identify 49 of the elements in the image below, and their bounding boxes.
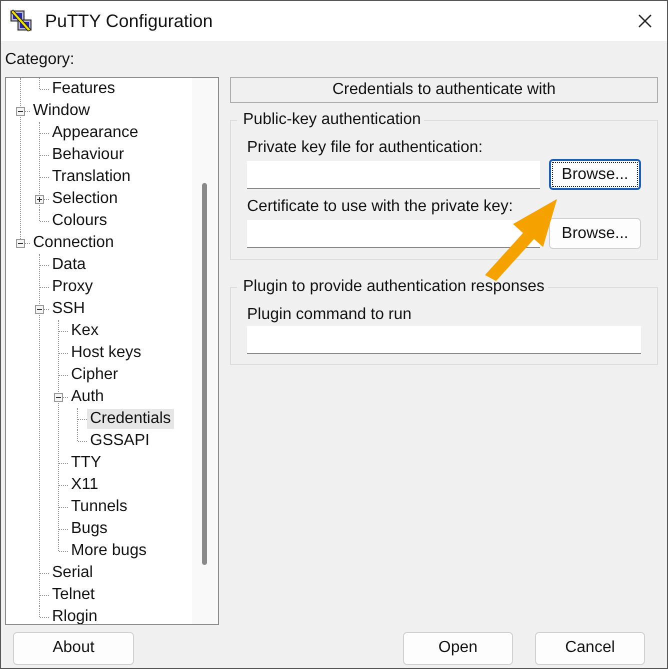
input-field[interactable] — [247, 160, 540, 188]
tree-item[interactable]: Kex — [68, 321, 102, 341]
browse-button[interactable]: Browse... — [549, 218, 641, 249]
collapse-icon[interactable] — [16, 239, 25, 248]
tree-item[interactable]: Telnet — [49, 585, 98, 605]
tree-item[interactable]: SSH — [49, 299, 88, 319]
about-button[interactable]: About — [13, 632, 134, 664]
field-label: Plugin command to run — [247, 306, 412, 324]
tree-item[interactable]: Credentials — [87, 409, 174, 429]
window-title: PuTTY Configuration — [45, 10, 214, 32]
tree-item[interactable]: Cipher — [68, 365, 122, 385]
tree-item[interactable]: Tunnels — [68, 497, 130, 517]
tree-item[interactable]: Host keys — [68, 343, 144, 363]
tree-item[interactable]: Behaviour — [49, 145, 128, 165]
browse-button[interactable]: Browse... — [549, 159, 641, 190]
tree-item[interactable]: Auth — [68, 387, 107, 407]
tree-item[interactable]: Selection — [49, 189, 121, 209]
tree-item[interactable]: Proxy — [49, 277, 96, 297]
tree-item[interactable]: GSSAPI — [87, 431, 153, 451]
close-icon — [637, 13, 653, 29]
panel-header: Credentials to authenticate with — [230, 77, 658, 103]
field-label: Certificate to use with the private key: — [247, 198, 513, 216]
tree-item[interactable]: TTY — [68, 453, 104, 473]
tree-item[interactable]: Bugs — [68, 519, 110, 539]
category-label: Category: — [5, 51, 74, 69]
scrollbar[interactable] — [192, 78, 218, 624]
field-label: Private key file for authentication: — [247, 139, 483, 157]
tree-item[interactable]: More bugs — [68, 541, 150, 561]
group-title: Plugin to provide authentication responses — [242, 278, 546, 296]
dialog-button[interactable]: Cancel — [535, 632, 645, 664]
collapse-icon[interactable] — [54, 393, 63, 402]
expand-icon[interactable] — [35, 195, 44, 204]
group-title: Public-key authentication — [242, 111, 422, 129]
tree-item[interactable]: X11 — [68, 475, 102, 495]
collapse-icon[interactable] — [35, 305, 44, 314]
input-field[interactable] — [247, 326, 641, 354]
tree-item[interactable]: Window — [30, 101, 93, 121]
dialog-button[interactable]: Open — [403, 632, 513, 664]
tree-item[interactable]: Data — [49, 255, 89, 275]
tree-item[interactable]: Rlogin — [49, 607, 100, 624]
tree-item[interactable]: Serial — [49, 563, 96, 583]
tree-item[interactable]: Connection — [30, 233, 117, 253]
input-field[interactable] — [247, 220, 540, 248]
scrollbar-thumb[interactable] — [202, 183, 207, 565]
tree-item[interactable]: Colours — [49, 211, 110, 231]
tree-item[interactable]: Translation — [49, 167, 134, 187]
tree-item[interactable]: Appearance — [49, 123, 142, 143]
tree-item[interactable]: Features — [49, 79, 118, 99]
collapse-icon[interactable] — [16, 107, 25, 116]
